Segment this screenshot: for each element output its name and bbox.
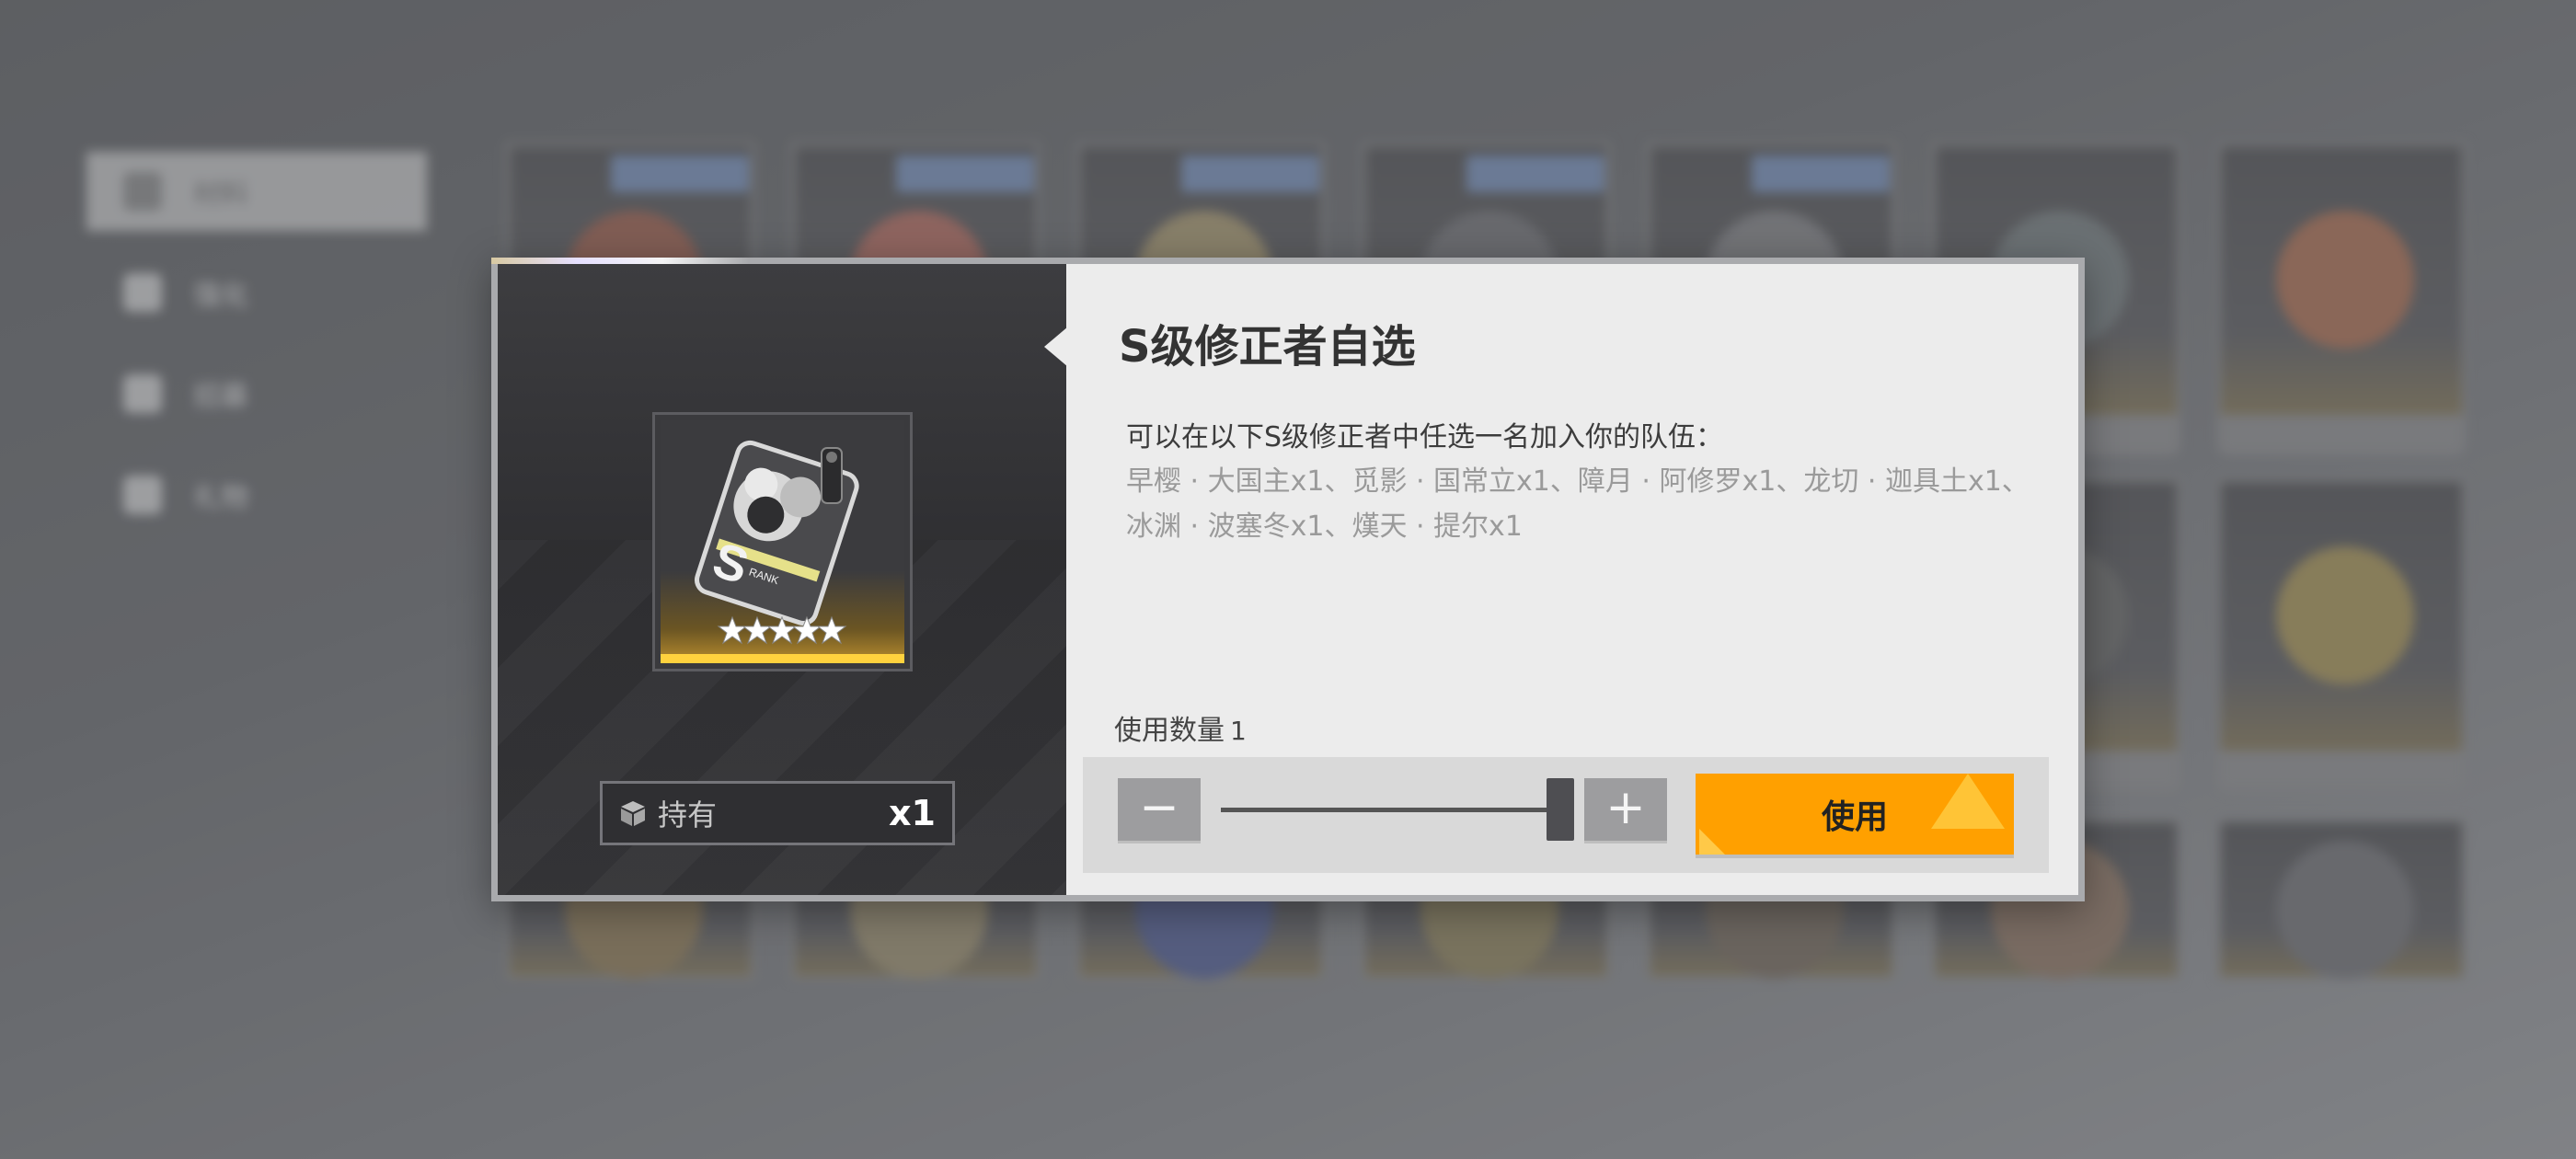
holding-count: x1 <box>889 793 936 833</box>
dialog-pointer <box>1044 327 1068 367</box>
holding-label: 持有 <box>658 798 718 832</box>
quantity-controls: − + 使用 <box>1083 757 2049 873</box>
dialog-description: 可以在以下S级修正者中任选一名加入你的队伍： <box>1126 421 1724 453</box>
quantity-label-row: 使用数量 1 <box>1114 707 1247 748</box>
quantity-slider-handle[interactable] <box>1547 778 1574 841</box>
s-rank-card-graphic: S RANK <box>695 440 859 645</box>
quantity-value: 1 <box>1230 716 1247 746</box>
use-button[interactable]: 使用 <box>1696 774 2014 855</box>
increase-button[interactable]: + <box>1584 778 1667 841</box>
decrease-button[interactable]: − <box>1118 778 1201 841</box>
item-preview-pane: S RANK 持有 x1 <box>498 264 1066 895</box>
button-decoration <box>1931 774 2005 829</box>
selection-dialog: S RANK 持有 x1 S级修正者自选 可以在以下S级修正者中任选一名加入你的… <box>491 258 2085 901</box>
button-decoration <box>1699 829 1725 855</box>
dialog-glint <box>491 258 749 264</box>
quantity-slider-track[interactable] <box>1221 808 1547 812</box>
star-rating <box>717 615 847 645</box>
rank-bar <box>661 654 904 663</box>
package-icon <box>621 801 645 826</box>
holding-count-box: 持有 x1 <box>600 781 955 845</box>
quantity-label: 使用数量 <box>1114 715 1225 747</box>
option-list-text: 早樱 · 大国主x1、觅影 · 国常立x1、障月 · 阿修罗x1、龙切 · 迦具… <box>1126 465 2030 543</box>
dialog-title: S级修正者自选 <box>1119 321 1416 373</box>
use-button-label: 使用 <box>1821 798 1888 836</box>
s-rank-card-icon: S RANK <box>661 420 904 663</box>
item-frame: S RANK <box>652 412 913 671</box>
